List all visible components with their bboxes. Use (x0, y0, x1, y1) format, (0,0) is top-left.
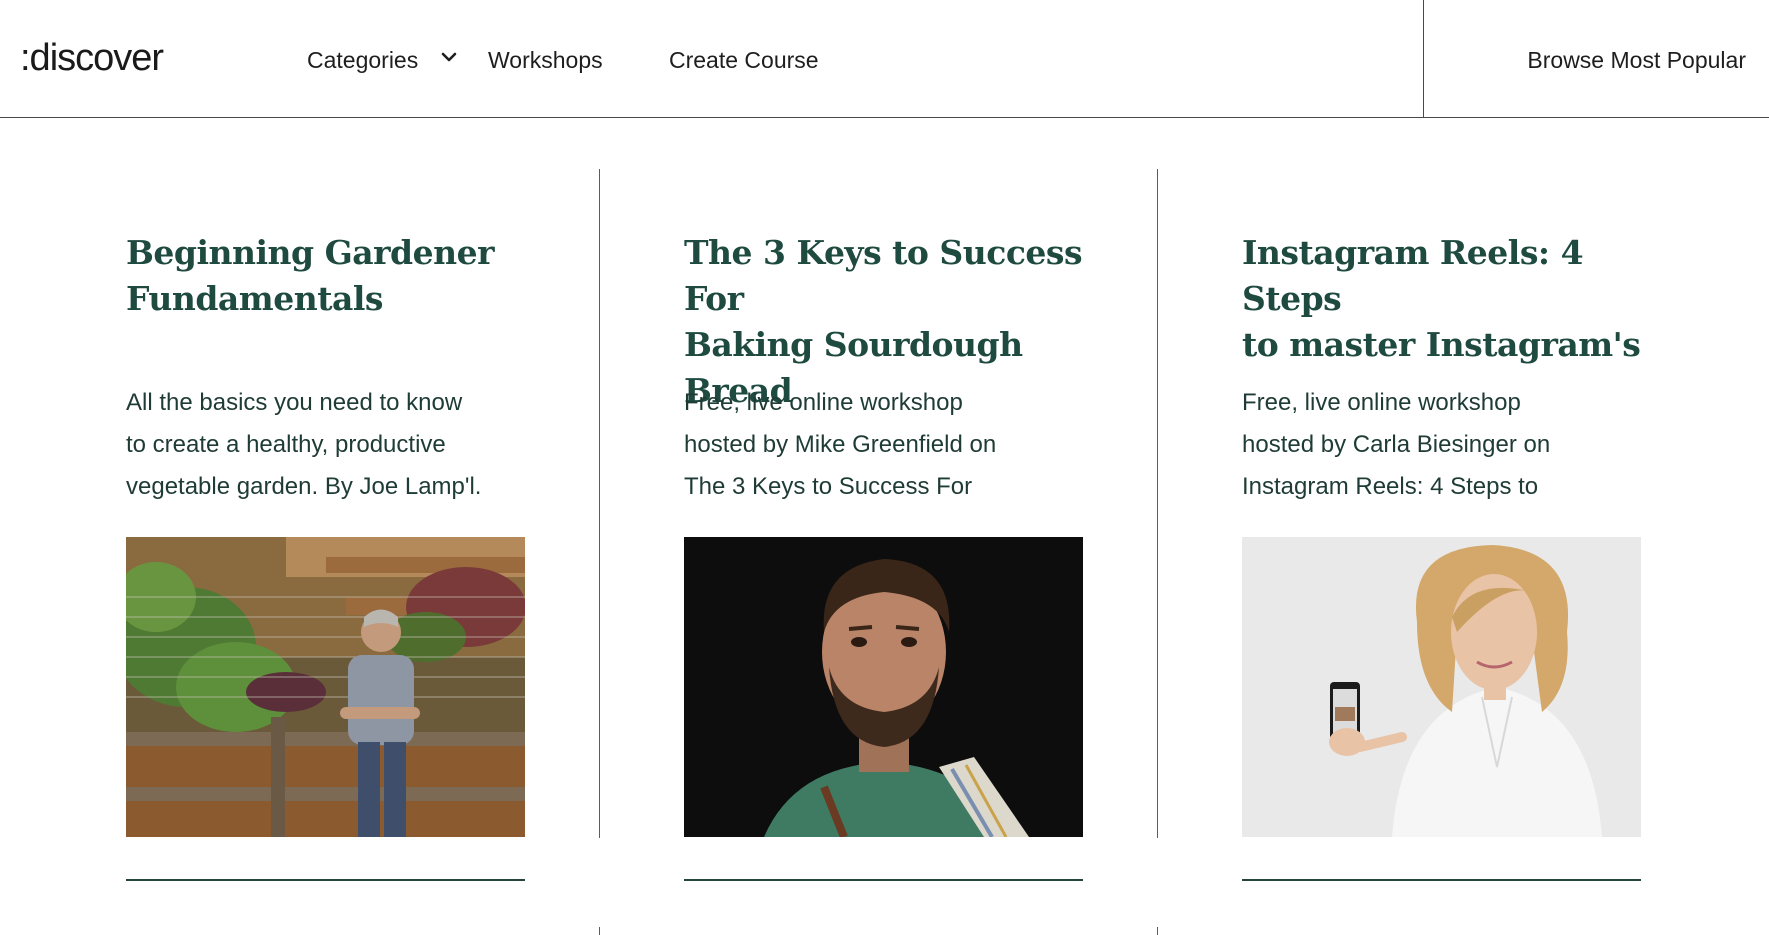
card-description: Free, live online workshop hosted by Mik… (684, 382, 1084, 508)
nav-create-course[interactable]: Create Course (669, 46, 819, 74)
nav-categories[interactable]: Categories (307, 46, 418, 74)
card-title-line: Beginning Gardener (126, 233, 494, 272)
chevron-down-icon[interactable] (438, 46, 460, 68)
card-description-line: Free, live online workshop (684, 389, 963, 416)
card-image-instagram[interactable] (1242, 537, 1641, 837)
card-description-line: hosted by Mike Greenfield on (684, 431, 997, 458)
card-description-line: to create a healthy, productive (126, 431, 446, 458)
top-header: :discover Categories Workshops Create Co… (0, 0, 1769, 118)
card-title[interactable]: Beginning Gardener Fundamentals (126, 230, 526, 330)
nav-workshops[interactable]: Workshops (488, 46, 603, 74)
card-title-line: Instagram Reels: 4 Steps (1242, 233, 1584, 318)
card-description: All the basics you need to know to creat… (126, 382, 526, 508)
card-bottom-rule (1242, 879, 1641, 881)
card-title[interactable]: The 3 Keys to Success For Baking Sourdou… (684, 230, 1084, 410)
column-divider (1157, 927, 1158, 935)
card-description: Free, live online workshop hosted by Car… (1242, 382, 1642, 508)
site-logo[interactable]: :discover (20, 36, 164, 80)
card-bottom-rule (684, 879, 1083, 881)
course-card[interactable]: Instagram Reels: 4 Steps to master Insta… (1242, 230, 1642, 881)
card-bottom-rule (126, 879, 525, 881)
course-card[interactable]: The 3 Keys to Success For Baking Sourdou… (684, 230, 1084, 881)
card-description-line: Instagram Reels: 4 Steps to (1242, 473, 1539, 500)
column-divider (1157, 169, 1158, 838)
card-image-gardener[interactable] (126, 537, 525, 837)
card-title-line: to master Instagram's (1242, 325, 1641, 364)
header-divider (1423, 0, 1424, 118)
column-divider (599, 169, 600, 838)
column-divider (599, 927, 600, 935)
card-title-line: The 3 Keys to Success For (684, 233, 1083, 318)
card-title-line: Fundamentals (126, 279, 383, 318)
card-description-line: All the basics you need to know (126, 389, 463, 416)
card-description-line: The 3 Keys to Success For (684, 473, 973, 500)
course-card[interactable]: Beginning Gardener Fundamentals All the … (126, 230, 526, 881)
card-description-line: hosted by Carla Biesinger on (1242, 431, 1551, 458)
card-description-line: Free, live online workshop (1242, 389, 1521, 416)
card-description-line: vegetable garden. By Joe Lamp'l. (126, 473, 482, 500)
card-image-baker[interactable] (684, 537, 1083, 837)
card-title[interactable]: Instagram Reels: 4 Steps to master Insta… (1242, 230, 1642, 364)
nav-browse-most-popular[interactable]: Browse Most Popular (1527, 46, 1746, 74)
